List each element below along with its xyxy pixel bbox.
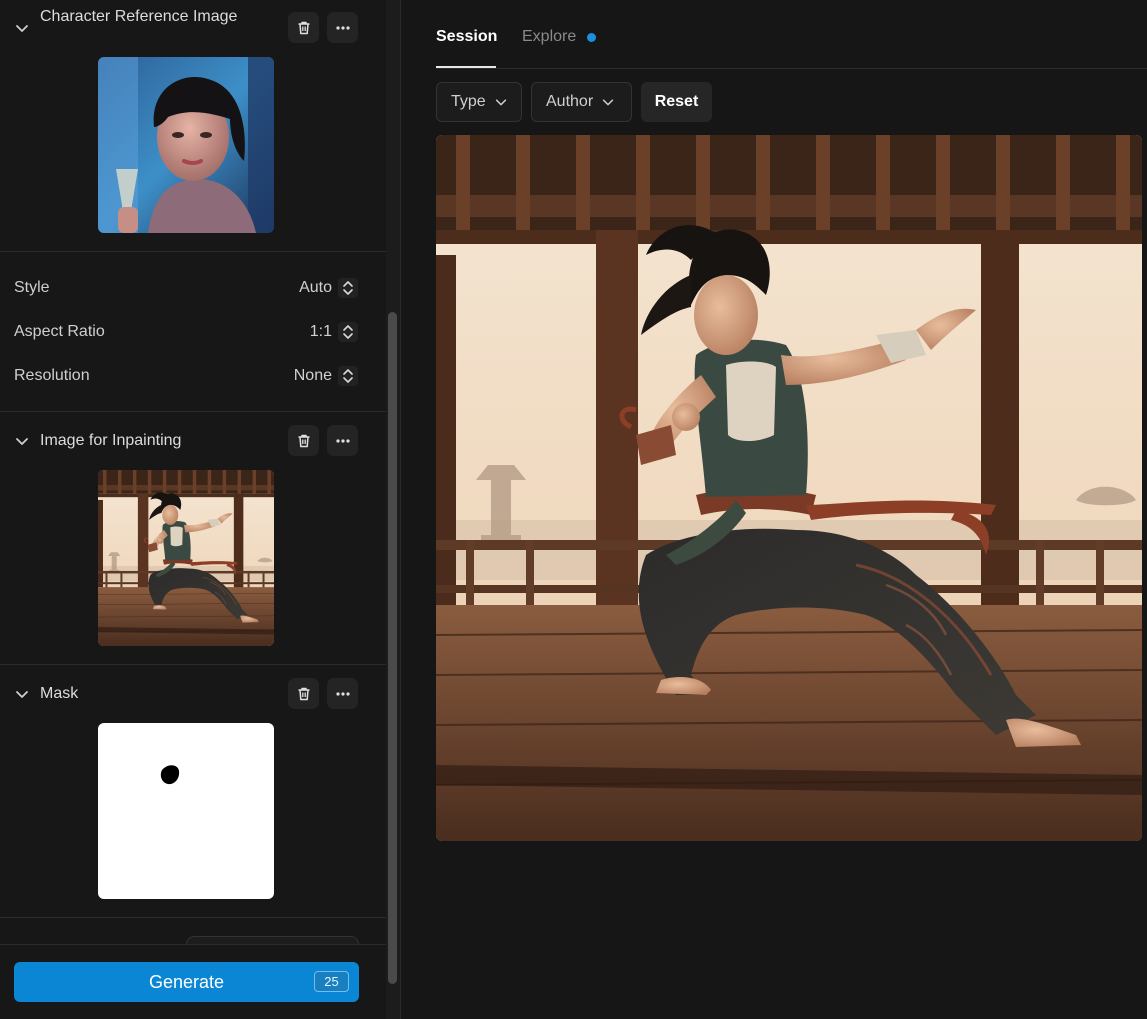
chevron-down-icon[interactable] [14, 686, 30, 702]
active-tab-indicator [436, 66, 496, 68]
credit-count-badge: 25 [314, 971, 349, 992]
resolution-value[interactable]: None [294, 367, 332, 385]
inpainting-title: Image for Inpainting [40, 432, 182, 449]
mask-thumbnail[interactable] [98, 723, 274, 899]
resolution-stepper-icon[interactable] [338, 366, 358, 386]
chevron-down-icon[interactable] [14, 433, 30, 449]
character-reference-thumbnail[interactable] [98, 57, 274, 233]
inpainting-thumbnail[interactable] [98, 470, 274, 646]
generate-label: Generate [148, 971, 225, 992]
mask-more-button[interactable] [327, 678, 358, 709]
type-filter-dropdown[interactable]: Type [436, 82, 522, 122]
style-value[interactable]: Auto [299, 279, 332, 297]
aspect-ratio-label: Aspect Ratio [14, 323, 105, 340]
section-divider [0, 917, 386, 918]
settings-panel: Character Reference Image Style Auto Asp… [0, 0, 386, 1019]
resolution-label: Resolution [14, 367, 90, 384]
author-filter-dropdown[interactable]: Author [531, 82, 632, 122]
tab-session[interactable]: Session [436, 28, 497, 46]
more-horizontal-icon [335, 25, 350, 30]
explore-notification-dot [587, 33, 596, 42]
tab-explore[interactable]: Explore [522, 28, 576, 46]
reset-filters-button[interactable]: Reset [641, 82, 712, 122]
delete-character-reference-button[interactable] [288, 12, 319, 43]
delete-mask-button[interactable] [288, 678, 319, 709]
style-label: Style [14, 279, 50, 296]
delete-inpainting-image-button[interactable] [288, 425, 319, 456]
chevron-down-icon [495, 99, 506, 106]
character-reference-more-button[interactable] [327, 12, 358, 43]
type-filter-label: Type [451, 93, 486, 110]
panel-divider [400, 0, 401, 1019]
section-divider [0, 251, 386, 252]
inpainting-more-button[interactable] [327, 425, 358, 456]
tabs-baseline [436, 68, 1147, 69]
trash-icon [298, 21, 309, 34]
section-divider [0, 411, 386, 412]
section-divider [0, 664, 386, 665]
style-stepper-icon[interactable] [338, 278, 358, 298]
aspect-ratio-value[interactable]: 1:1 [310, 323, 332, 341]
generated-image[interactable] [436, 135, 1142, 841]
scrollbar-thumb[interactable] [388, 312, 397, 984]
generate-button[interactable]: Generate 25 [14, 962, 359, 1002]
aspect-ratio-stepper-icon[interactable] [338, 322, 358, 342]
chevron-down-icon [602, 99, 614, 106]
mask-title: Mask [40, 685, 79, 702]
author-filter-label: Author [546, 93, 594, 110]
character-reference-title: Character Reference Image [40, 8, 238, 25]
chevron-down-icon[interactable] [14, 20, 30, 36]
trash-icon [298, 687, 309, 700]
trash-icon [298, 434, 309, 447]
more-horizontal-icon [335, 438, 350, 443]
more-horizontal-icon [335, 691, 350, 696]
